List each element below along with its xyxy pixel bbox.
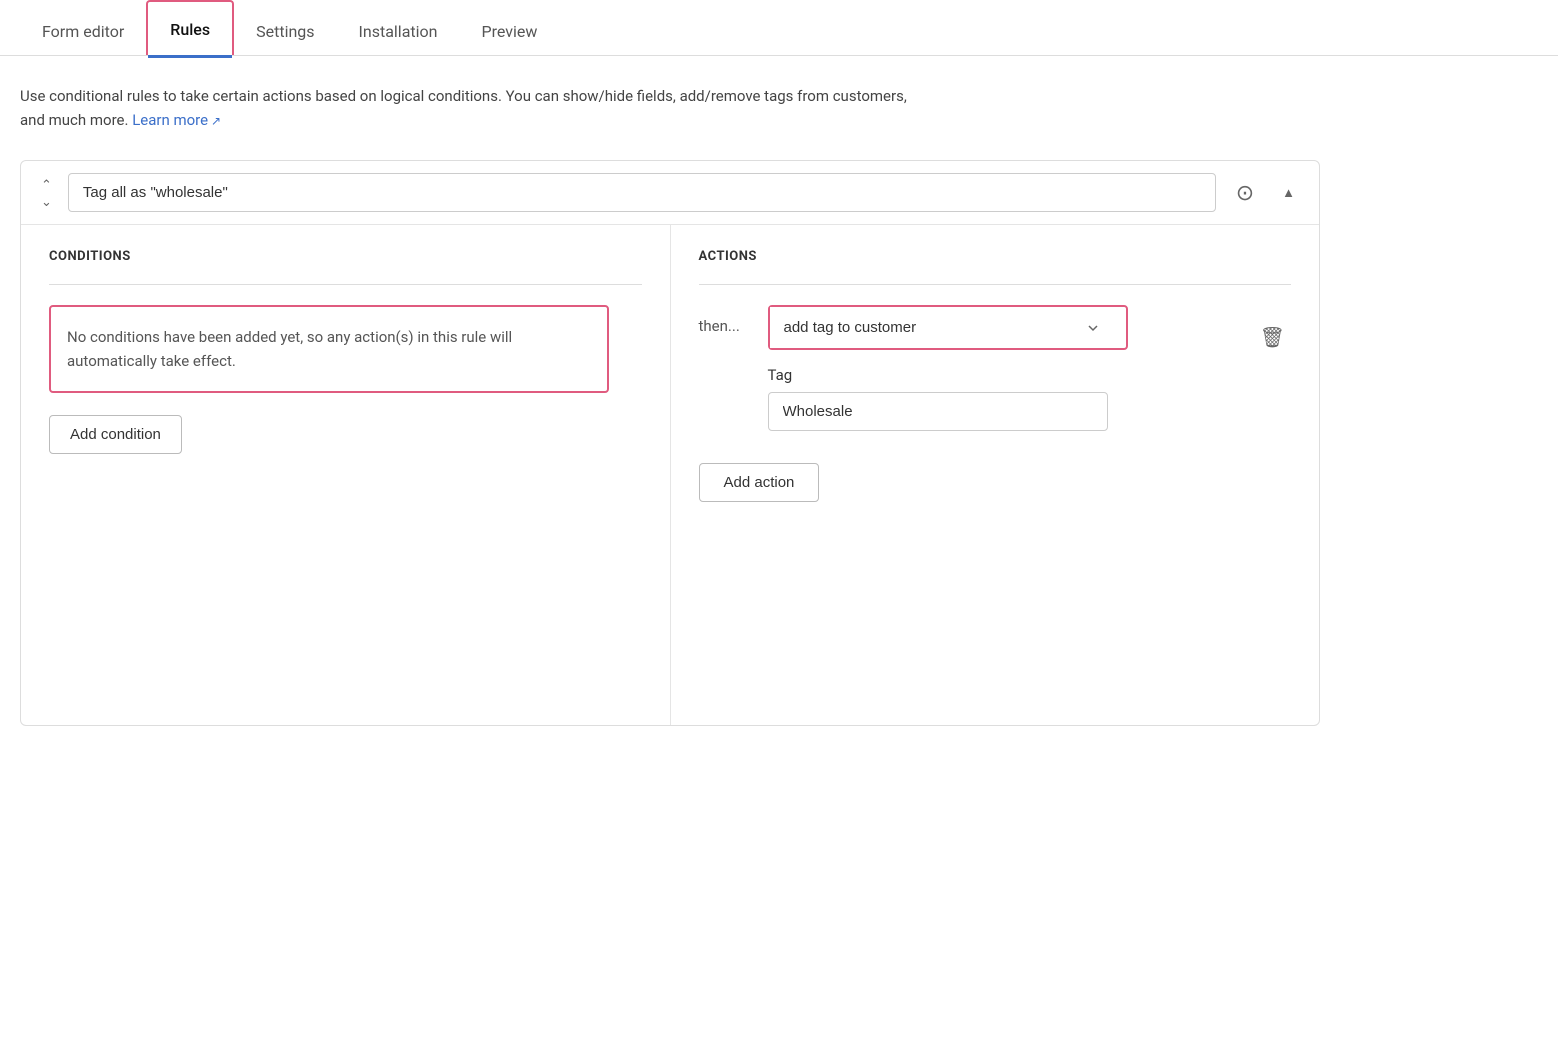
rule-name-input[interactable] [68, 173, 1216, 212]
tab-preview[interactable]: Preview [459, 4, 559, 55]
actions-divider [699, 284, 1292, 285]
rule-body: CONDITIONS No conditions have been added… [21, 225, 1319, 725]
check-circle-icon: ⊙ [1236, 180, 1254, 205]
sort-down-button[interactable]: ⌄ [37, 194, 56, 209]
add-action-button[interactable]: Add action [699, 463, 820, 502]
conditions-panel: CONDITIONS No conditions have been added… [21, 225, 671, 725]
tag-value-input[interactable] [768, 392, 1108, 431]
chevron-down-icon: ⌄ [41, 194, 52, 209]
actions-title: ACTIONS [699, 249, 1292, 264]
description-text: Use conditional rules to take certain ac… [20, 84, 920, 132]
sort-up-button[interactable]: ⌃ [37, 177, 56, 192]
add-condition-button[interactable]: Add condition [49, 415, 182, 454]
tag-field-group: Tag [768, 366, 1240, 431]
action-type-select[interactable]: add tag to customer remove tag from cust… [770, 307, 1110, 348]
collapse-icon: ▲ [1282, 185, 1295, 200]
action-select-wrapper: add tag to customer remove tag from cust… [768, 305, 1128, 350]
action-controls: add tag to customer remove tag from cust… [768, 305, 1240, 431]
no-conditions-text: No conditions have been added yet, so an… [67, 325, 591, 373]
tab-navigation: Form editor Rules Settings Installation … [0, 0, 1558, 56]
delete-action-button[interactable]: 🗑 [1254, 315, 1291, 360]
learn-more-link[interactable]: Learn more [132, 111, 221, 129]
tab-installation[interactable]: Installation [337, 4, 460, 55]
then-label: then... [699, 305, 754, 335]
rule-check-button[interactable]: ⊙ [1228, 176, 1262, 210]
rule-header: ⌃ ⌄ ⊙ ▲ [21, 161, 1319, 225]
page-content: Use conditional rules to take certain ac… [0, 56, 1558, 1058]
tab-settings[interactable]: Settings [234, 4, 336, 55]
tab-rules[interactable]: Rules [146, 0, 234, 55]
rule-card: ⌃ ⌄ ⊙ ▲ CONDITIONS [20, 160, 1320, 726]
rule-sort-buttons: ⌃ ⌄ [37, 177, 56, 209]
tag-label: Tag [768, 366, 1240, 384]
action-row: then... add tag to customer remove tag f… [699, 305, 1292, 431]
no-conditions-box: No conditions have been added yet, so an… [49, 305, 609, 393]
actions-panel: ACTIONS then... add tag to customer remo… [671, 225, 1320, 725]
tab-form-editor[interactable]: Form editor [20, 4, 146, 55]
chevron-up-icon: ⌃ [41, 177, 52, 192]
rule-collapse-button[interactable]: ▲ [1274, 181, 1303, 204]
conditions-title: CONDITIONS [49, 249, 642, 264]
trash-icon: 🗑 [1260, 327, 1285, 349]
conditions-divider [49, 284, 642, 285]
